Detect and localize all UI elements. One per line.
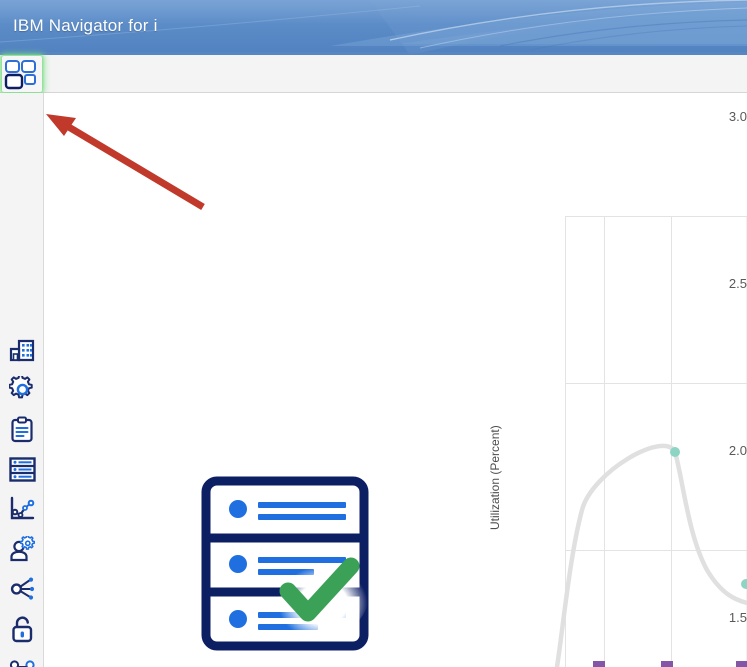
y-axis-tick-1-5: 1.5 [728, 610, 747, 625]
server-icon [8, 456, 36, 482]
chart-bars [593, 661, 747, 667]
sidebar-item-network[interactable] [6, 573, 38, 605]
chart-plot-area [554, 216, 747, 667]
y-axis-tick-2-5: 2.5 [728, 276, 747, 291]
dashboard-view-toggle-button[interactable] [2, 56, 42, 92]
building-icon [9, 339, 34, 362]
server-list-success-illustration [196, 473, 381, 667]
sidebar-item-system[interactable] [6, 333, 38, 365]
chart-trend-line [554, 443, 747, 667]
sidebar-item-performance[interactable] [6, 493, 38, 525]
sidebar-item-security[interactable] [6, 613, 38, 645]
sidebar-item-users-groups[interactable] [6, 533, 38, 565]
clipboard-icon [11, 416, 33, 442]
y-axis-tick-3-0: 3.0 [728, 109, 747, 124]
dashboard-grid-icon [4, 60, 36, 90]
app-header: IBM Navigator for i [0, 0, 747, 55]
sidebar-item-configuration[interactable] [6, 373, 38, 405]
sidebar-item-databases[interactable] [6, 453, 38, 485]
main-content: 3.0 2.5 2.0 1.5 Utilization (Percent) [44, 93, 747, 667]
toolbar: Click to switch to dashboard view [0, 55, 747, 140]
user-settings-icon [9, 536, 35, 562]
y-axis-tick-2-0: 2.0 [728, 443, 747, 458]
dumbbell-icon [9, 660, 35, 667]
chart-data-points [670, 447, 747, 589]
application-window: IBM Navigator for i Click to switch to d… [0, 0, 747, 667]
network-share-icon [10, 577, 34, 600]
gear-icon [8, 375, 33, 398]
utilization-chart: 3.0 2.5 2.0 1.5 Utilization (Percent) [464, 100, 747, 667]
line-chart-icon [10, 496, 34, 520]
sidebar-item-work-management[interactable] [6, 413, 38, 445]
unlocked-padlock-icon [11, 615, 32, 642]
y-axis-label: Utilization (Percent) [488, 425, 502, 530]
page-title: IBM Navigator for i [13, 16, 158, 35]
sidebar-item-more[interactable] [6, 651, 38, 667]
sidebar-navigation [0, 93, 44, 667]
